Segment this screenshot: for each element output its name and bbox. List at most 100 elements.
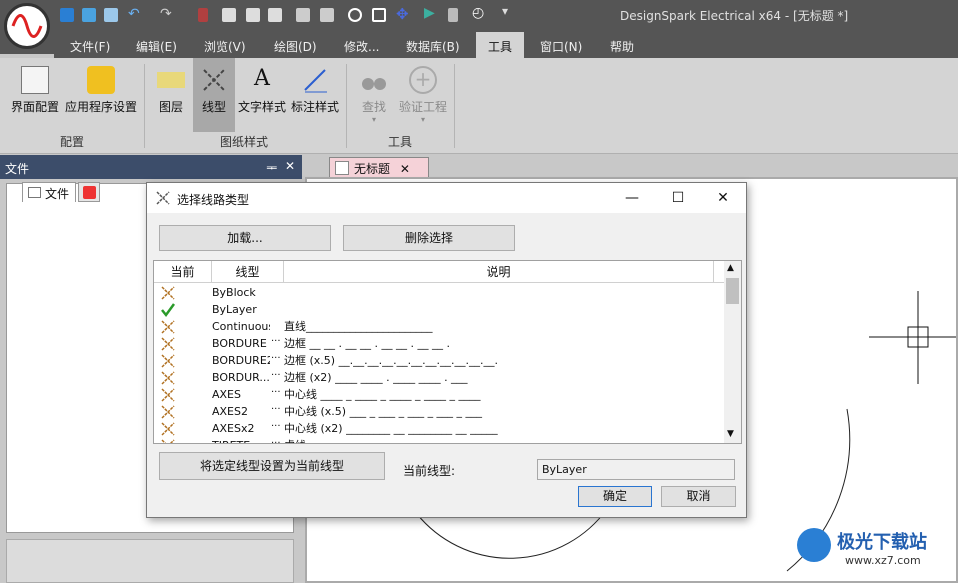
separator	[454, 64, 455, 148]
close-panel-icon[interactable]: ✕	[285, 159, 295, 173]
next-icon[interactable]	[320, 8, 334, 22]
list-item[interactable]: ByLayer	[154, 301, 724, 318]
minimize-icon[interactable]: —	[609, 183, 655, 213]
vertical-scrollbar[interactable]: ▲ ▼	[724, 261, 741, 443]
column-linetype[interactable]: 线型	[212, 261, 284, 283]
list-item[interactable]: TIRETE···虚线 ___	[154, 435, 724, 443]
more-icon[interactable]: ···	[271, 384, 281, 401]
menu-edit[interactable]: 编辑(E)	[136, 38, 177, 55]
more-icon[interactable]: ···	[271, 350, 281, 367]
more-icon[interactable]: ···	[271, 435, 281, 443]
verify-project-button[interactable]: + 验证工程 ▾	[396, 58, 450, 132]
linetype-name: Continuous	[212, 320, 270, 333]
group-config: 配置	[60, 135, 85, 149]
ui-config-button[interactable]: 界面配置	[6, 58, 64, 132]
copy-icon[interactable]	[222, 8, 236, 22]
list-item[interactable]: AXES ··· 中心线 ____ _ ____ _ ____ _ ____ _ _…	[154, 386, 724, 403]
list-item[interactable]: BORDURE2 ··· 边框 (x.5) __.__.__.__.__.__.__…	[154, 352, 724, 369]
previous-icon[interactable]	[296, 8, 310, 22]
more-icon[interactable]: ···	[271, 333, 281, 350]
close-icon[interactable]: ✕	[700, 183, 746, 213]
linetype-icon	[160, 387, 176, 403]
run-icon[interactable]: ▶	[424, 5, 435, 21]
more-icon[interactable]: ···	[271, 401, 281, 418]
paste-icon[interactable]	[246, 8, 260, 22]
redo-icon[interactable]: ↷	[160, 6, 172, 22]
open-file-icon[interactable]	[82, 8, 96, 22]
list-item[interactable]: ByBlock	[154, 284, 724, 301]
title-bar: ↶ ↷ ✥ ▶ ◴ ▾ DesignSpark Electrical x64 -…	[0, 0, 958, 32]
linetype-description: 边框 (x2) ____ ____ . ____ ____ . ___	[284, 371, 468, 384]
save-icon[interactable]	[104, 8, 118, 22]
find-dropdown-arrow-icon[interactable]: ▾	[354, 115, 394, 124]
undo-icon[interactable]: ↶	[128, 6, 140, 22]
watermark-logo-icon	[797, 528, 831, 562]
set-current-linetype-button[interactable]: 将选定线型设置为当前线型	[159, 452, 385, 480]
menu-draw[interactable]: 绘图(D)	[274, 38, 317, 55]
separator	[346, 64, 347, 148]
app-logo[interactable]	[0, 0, 54, 54]
separator	[144, 64, 145, 148]
close-tab-icon[interactable]: ✕	[400, 162, 410, 176]
more-icon[interactable]: ···	[271, 418, 281, 435]
more-icon[interactable]: ···	[271, 367, 281, 384]
linetype-name: AXES2	[212, 405, 248, 418]
app-settings-button[interactable]: 应用程序设置	[64, 58, 138, 132]
linetype-icon	[160, 421, 176, 437]
settings-window-icon	[21, 66, 49, 94]
scroll-down-icon[interactable]: ▼	[727, 429, 734, 439]
pan-icon[interactable]: ✥	[396, 5, 409, 23]
menu-database[interactable]: 数据库(B)	[406, 38, 460, 55]
maximize-icon[interactable]: ☐	[655, 183, 701, 213]
load-button[interactable]: 加载...	[159, 225, 331, 251]
tab-components[interactable]	[78, 182, 100, 202]
menu-file[interactable]: 文件(F)	[70, 38, 110, 55]
ribbon: 界面配置 应用程序设置 图层 线型 A 文字样式 标注样式 查找 ▾ + 验证工…	[0, 58, 958, 154]
list-item[interactable]: AXES2 ··· 中心线 (x.5) ___ _ ___ _ ___ _ ___ …	[154, 403, 724, 420]
clock-icon[interactable]: ◴	[472, 5, 484, 21]
menu-tools[interactable]: 工具	[476, 32, 525, 58]
customize-quick-access-icon[interactable]: ▾	[502, 4, 508, 18]
list-header: 当前 线型 说明	[154, 261, 724, 283]
linetype-icon	[160, 319, 176, 335]
scroll-up-icon[interactable]: ▲	[727, 263, 734, 273]
properties-pane	[6, 539, 294, 583]
column-description[interactable]: 说明	[284, 261, 714, 283]
zoom-icon[interactable]	[348, 8, 362, 22]
ok-button[interactable]: 确定	[578, 486, 652, 507]
zoom-window-icon[interactable]	[372, 8, 386, 22]
list-item[interactable]: AXESx2 ··· 中心线 (x2) ________ __ ________ _…	[154, 420, 724, 437]
verify-dropdown-arrow-icon[interactable]: ▾	[396, 115, 450, 124]
list-item[interactable]: BORDUR... ··· 边框 (x2) ____ ____ . ____ ___…	[154, 369, 724, 386]
pin-icon[interactable]: ᆍ	[266, 159, 277, 176]
paste-special-icon[interactable]	[268, 8, 282, 22]
dialog-title: 选择线路类型	[177, 193, 250, 207]
tab-files[interactable]: 文件	[22, 182, 76, 202]
linetype-description: 边框 (x.5) __.__.__.__.__.__.__.__.__.__._…	[284, 354, 499, 367]
menu-view[interactable]: 浏览(V)	[204, 38, 246, 55]
linetype-name: BORDURE2	[212, 354, 270, 367]
scroll-thumb[interactable]	[726, 278, 739, 304]
tab-untitled[interactable]: 无标题 ✕	[329, 157, 429, 177]
text-style-button[interactable]: A 文字样式	[237, 58, 287, 132]
new-file-icon[interactable]	[60, 8, 74, 22]
linetype-button[interactable]: 线型	[193, 58, 235, 132]
app-title: DesignSpark Electrical x64 - [无标题 *]	[620, 9, 849, 23]
find-button[interactable]: 查找 ▾	[354, 58, 394, 132]
layers-button[interactable]: 图层	[150, 58, 192, 132]
list-item[interactable]: BORDURE ··· 边框 __ __ . __ __ . __ __ . __ …	[154, 335, 724, 352]
menu-help[interactable]: 帮助	[610, 38, 634, 55]
menu-modify[interactable]: 修改...	[344, 38, 379, 55]
menu-window[interactable]: 窗口(N)	[540, 38, 582, 55]
group-sheet-style: 图纸样式	[220, 135, 269, 149]
list-item[interactable]: Continuous 直线_______________________	[154, 318, 724, 335]
linetype-name: BORDUR...	[212, 371, 270, 384]
linetype-list[interactable]: 当前 线型 说明 ByBlock ByLayer Continuous 直线_____…	[153, 260, 742, 444]
dim-style-button[interactable]: 标注样式	[290, 58, 340, 132]
cancel-button[interactable]: 取消	[661, 486, 736, 507]
delete-selection-button[interactable]: 删除选择	[343, 225, 515, 251]
linetype-icon	[160, 370, 176, 386]
cut-icon[interactable]	[198, 8, 208, 22]
device-icon[interactable]	[448, 8, 458, 22]
column-current[interactable]: 当前	[154, 261, 212, 283]
